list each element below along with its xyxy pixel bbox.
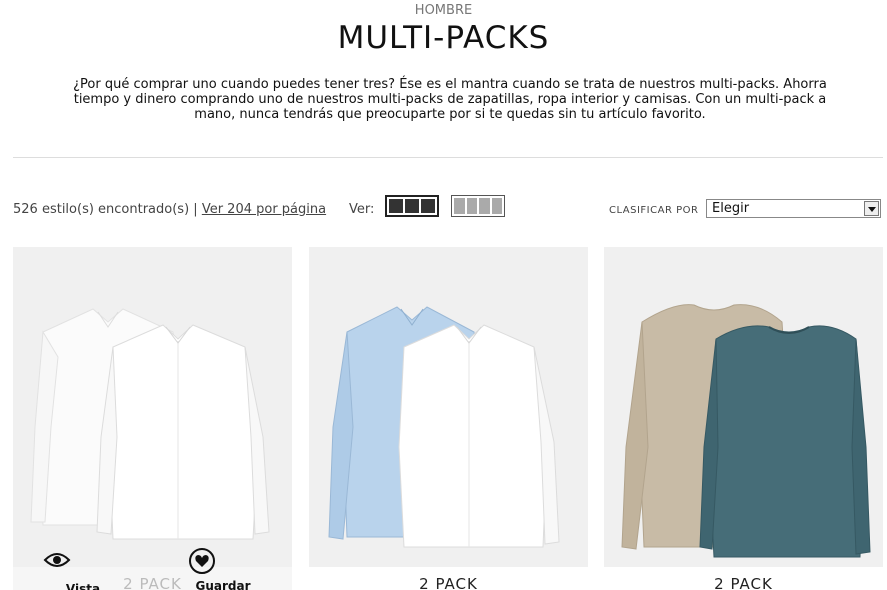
results-count: 526 estilo(s) encontrado(s) | Ver 204 po… — [13, 202, 326, 217]
product-label: 2 PACK — [604, 567, 883, 590]
product-card[interactable]: 2 PACK — [309, 247, 588, 590]
sort-label: CLASIFICAR POR — [609, 205, 699, 216]
view-label: Ver: — [349, 202, 375, 217]
save-label: Guardar — [195, 579, 251, 590]
eye-icon — [43, 553, 71, 567]
results-count-text: 526 estilo(s) encontrado(s) — [13, 202, 190, 217]
product-image[interactable] — [604, 247, 883, 590]
view-204-per-page-link[interactable]: Ver 204 por página — [202, 202, 326, 217]
chevron-down-icon[interactable] — [864, 201, 879, 216]
product-image[interactable] — [309, 247, 588, 590]
page-title: MULTI-PACKS — [337, 20, 550, 56]
product-label: 2 PACK — [309, 567, 588, 590]
product-card[interactable]: 2 PACK Vista rápida Guardar — [13, 247, 292, 590]
category-description: ¿Por qué comprar uno cuando puedes tener… — [73, 77, 827, 122]
sort-select[interactable]: Elegir — [706, 199, 881, 218]
divider — [13, 157, 883, 158]
quick-view-label: Vista rápida — [65, 582, 101, 590]
breadcrumb[interactable]: HOMBRE — [0, 3, 887, 18]
heart-icon — [189, 548, 215, 574]
product-image[interactable] — [13, 247, 292, 590]
results-toolbar: 526 estilo(s) encontrado(s) | Ver 204 po… — [13, 195, 883, 223]
product-card[interactable]: 2 PACK — [604, 247, 883, 590]
grid-3-columns-button[interactable] — [385, 195, 439, 217]
separator: | — [189, 202, 202, 217]
sort-select-value: Elegir — [712, 201, 750, 216]
grid-4-columns-button[interactable] — [451, 195, 505, 217]
